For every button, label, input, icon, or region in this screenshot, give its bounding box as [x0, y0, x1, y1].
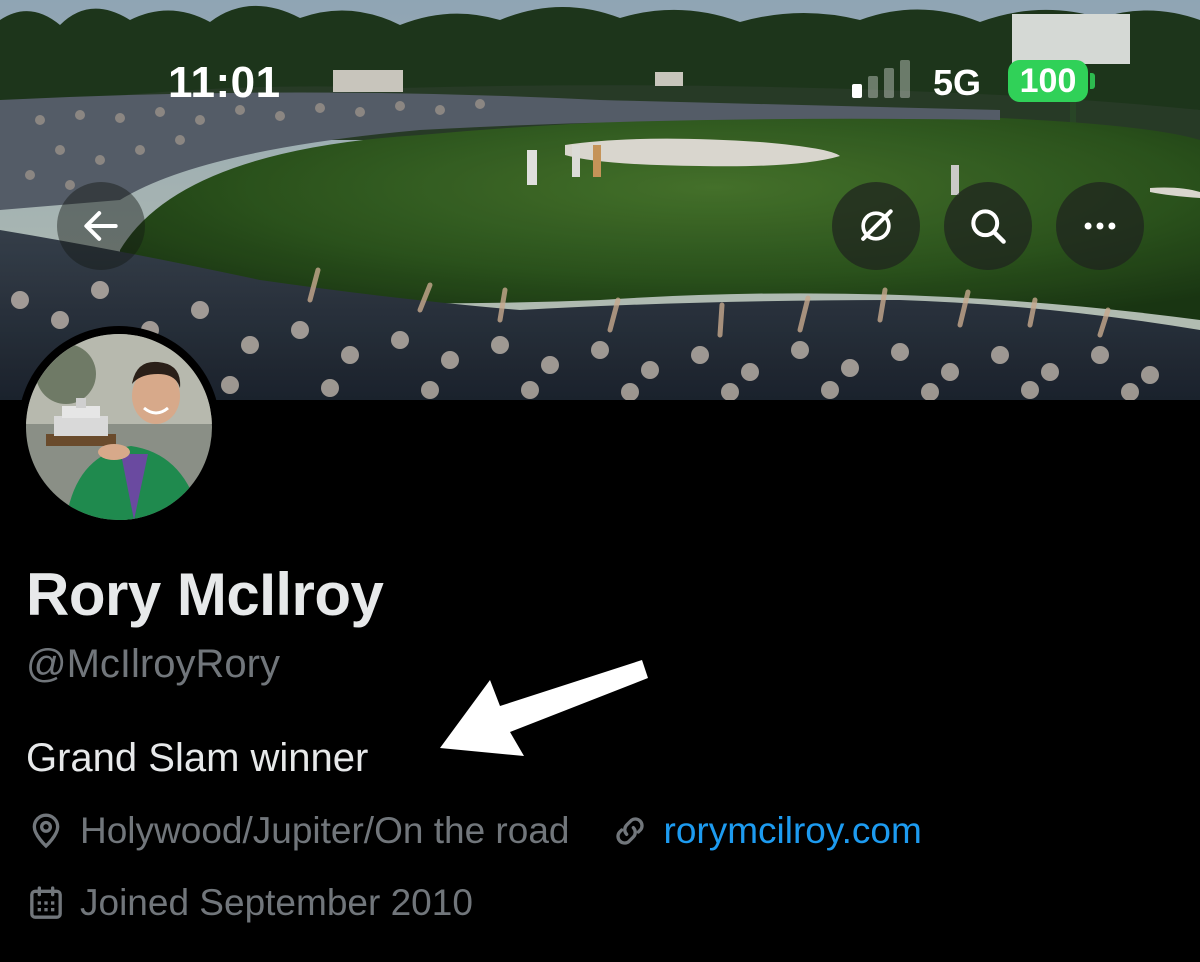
back-button[interactable]: [57, 182, 145, 270]
profile-banner[interactable]: 11:01 5G 100: [0, 0, 1200, 400]
battery-tip: [1090, 73, 1095, 89]
status-time: 11:01: [168, 58, 281, 107]
profile-meta-location: Holywood/Jupiter/On the road rorymcilroy…: [26, 810, 922, 852]
profile-joined-date: Joined September 2010: [80, 882, 473, 923]
profile-meta-joined: Joined September 2010: [26, 882, 473, 924]
profile-location: Holywood/Jupiter/On the road: [80, 810, 570, 851]
more-options-button[interactable]: [1056, 182, 1144, 270]
cellular-signal-icon: [852, 60, 910, 98]
more-horizontal-icon: [1084, 222, 1116, 230]
link-icon: [610, 811, 650, 851]
profile-website-link[interactable]: rorymcilroy.com: [664, 810, 922, 852]
avatar-image: [26, 334, 212, 520]
profile-avatar[interactable]: [18, 326, 220, 528]
location-pin-icon: [26, 811, 66, 851]
network-type: 5G: [933, 62, 982, 103]
annotation-arrow-icon: [440, 660, 648, 756]
calendar-icon: [26, 883, 66, 923]
search-icon: [971, 209, 1006, 244]
grok-icon: [861, 209, 893, 241]
search-button[interactable]: [944, 182, 1032, 270]
user-handle: @McIlroyRory: [26, 642, 280, 686]
grok-button[interactable]: [832, 182, 920, 270]
display-name: Rory McIlroy: [26, 561, 384, 628]
arrow-left-icon: [84, 211, 118, 241]
battery-indicator: 100: [1008, 60, 1088, 102]
profile-bio: Grand Slam winner: [26, 736, 369, 780]
